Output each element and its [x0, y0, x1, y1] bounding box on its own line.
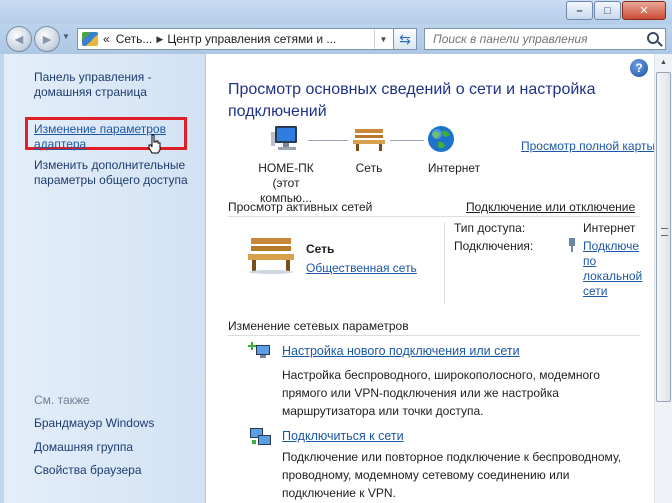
access-type-value: Интернет	[583, 221, 636, 235]
control-panel-icon	[82, 32, 98, 46]
computer-name: HOME-ПК	[258, 161, 314, 175]
full-map-link[interactable]: Просмотр полной карты	[521, 139, 654, 153]
divider	[228, 216, 640, 217]
setup-new-connection-link[interactable]: Настройка нового подключения или сети	[282, 344, 520, 358]
local-connection-line[interactable]: сети	[583, 284, 642, 299]
maximize-button[interactable]: □	[594, 1, 621, 20]
ethernet-icon	[569, 238, 575, 252]
network-map: Просмотр полной карты HOME-ПК (этот комп…	[226, 124, 654, 205]
vertical-scrollbar[interactable]: ▲	[654, 54, 672, 503]
local-connection-line[interactable]: локальной	[583, 269, 642, 284]
map-connector	[390, 140, 424, 141]
sidebar-link-sharing-settings[interactable]: Изменить дополнительные параметры общего…	[34, 158, 204, 188]
close-button[interactable]: ✕	[622, 1, 666, 20]
sidebar-link-home[interactable]: Панель управления - домашняя страница	[34, 70, 199, 100]
globe-icon	[428, 126, 454, 152]
window-controls: – □ ✕	[565, 1, 666, 20]
see-also-heading: См. также	[34, 393, 90, 407]
setup-new-connection-description: Настройка беспроводного, широкополосного…	[282, 366, 642, 420]
connect-to-network-description: Подключение или повторное подключение к …	[282, 448, 642, 502]
connections-label: Подключения:	[454, 239, 534, 253]
description-line: Подключение или повторное подключение к …	[282, 450, 622, 464]
address-dropdown-icon[interactable]: ▼	[374, 29, 392, 49]
description-line: Настройка беспроводного, широкополосного…	[282, 368, 600, 382]
change-settings-heading: Изменение сетевых параметров	[228, 319, 409, 333]
main-content: ? Просмотр основных сведений о сети и на…	[206, 54, 654, 503]
minimize-button[interactable]: –	[566, 1, 593, 20]
local-connection-line[interactable]: по	[583, 254, 642, 269]
divider	[228, 335, 640, 336]
access-type-label: Тип доступа:	[454, 221, 526, 235]
search-icon[interactable]	[647, 32, 659, 44]
network-label: Сеть	[355, 161, 383, 175]
network-name: Сеть	[306, 242, 335, 256]
map-connector	[308, 140, 348, 141]
page-title: Просмотр основных сведений о сети и наст…	[228, 81, 596, 120]
computer-icon	[271, 126, 297, 150]
forward-button[interactable]: ►	[34, 26, 60, 52]
forward-arrow-icon: ►	[40, 31, 54, 47]
sidebar-link-homegroup[interactable]: Домашняя группа	[34, 440, 133, 455]
scroll-thumb[interactable]	[656, 72, 671, 402]
network-category-link[interactable]: Общественная сеть	[306, 261, 417, 275]
address-bar[interactable]: « Сеть... ▶ Центр управления сетями и ..…	[77, 28, 417, 50]
back-button[interactable]: ◄	[6, 26, 32, 52]
address-chevron[interactable]: «	[103, 32, 110, 46]
description-line: маршрутизатора или точки доступа.	[282, 404, 484, 418]
description-line: подключение к VPN.	[282, 486, 396, 500]
bench-icon	[353, 129, 385, 151]
recent-pages-dropdown[interactable]: ▼	[62, 32, 70, 41]
refresh-icon: ⇆	[399, 30, 411, 47]
local-connection-line[interactable]: Подключе	[583, 239, 642, 254]
breadcrumb-network[interactable]: Сеть...	[116, 32, 153, 46]
public-network-bench-icon	[248, 238, 294, 274]
new-connection-icon	[248, 342, 270, 358]
sidebar: Панель управления - домашняя страница Из…	[4, 54, 206, 503]
sidebar-link-browser-properties[interactable]: Свойства браузера	[34, 463, 142, 478]
breadcrumb-separator-icon[interactable]: ▶	[156, 34, 163, 45]
back-arrow-icon: ◄	[12, 31, 26, 47]
refresh-button[interactable]: ⇆	[393, 28, 417, 50]
active-networks-heading: Просмотр активных сетей	[228, 200, 373, 214]
local-connection-link[interactable]: Подключе по локальной сети	[583, 239, 642, 299]
hand-cursor-icon	[148, 134, 161, 154]
internet-label: Интернет	[427, 161, 481, 175]
search-box[interactable]	[424, 28, 666, 50]
search-input[interactable]	[433, 29, 643, 49]
breadcrumb-network-center[interactable]: Центр управления сетями и ...	[167, 32, 336, 46]
navigation-toolbar: ◄ ► ▼ « Сеть... ▶ Центр управления сетям…	[0, 24, 672, 54]
scroll-up-arrow-icon[interactable]: ▲	[655, 54, 672, 71]
help-icon[interactable]: ?	[630, 59, 648, 77]
title-bar: – □ ✕	[0, 0, 672, 24]
sidebar-link-firewall[interactable]: Брандмауэр Windows	[34, 416, 154, 431]
description-line: проводному, модемному сетевому соединени…	[282, 468, 570, 482]
scroll-grip-icon	[661, 228, 668, 236]
connect-to-network-link[interactable]: Подключиться к сети	[282, 429, 404, 443]
description-line: прямого или VPN-подключения или же настр…	[282, 386, 559, 400]
connect-to-network-icon	[250, 428, 271, 445]
divider	[444, 222, 445, 304]
connect-disconnect-link[interactable]: Подключение или отключение	[466, 200, 635, 214]
